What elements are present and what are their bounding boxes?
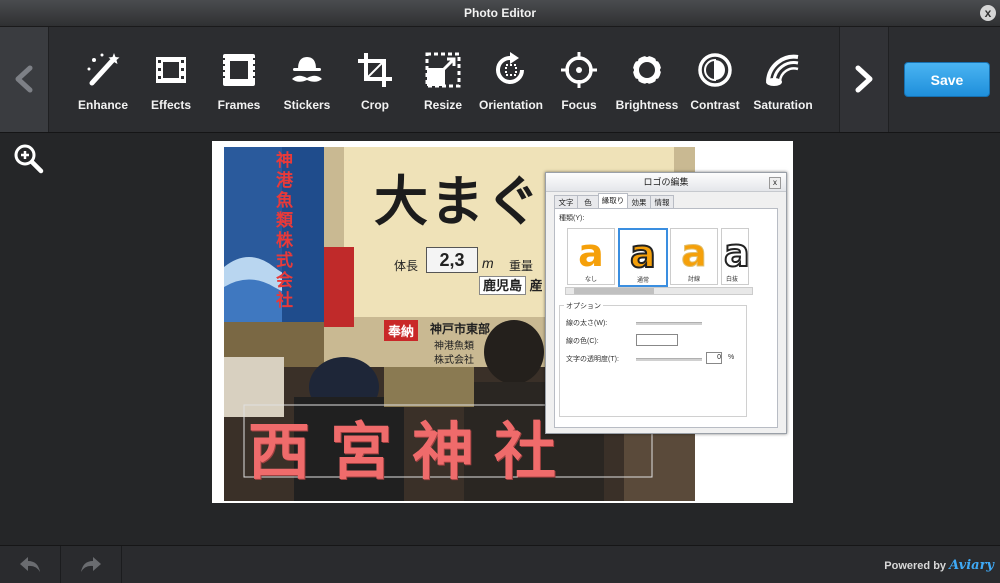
banner-vertical-text: 神港魚類株式会社: [276, 151, 293, 311]
style-outline[interactable]: a 討線: [670, 228, 718, 285]
logo-edit-dialog: ロゴの編集 x 文字 色 縁取り 効果 情報 種類(Y): a なし a 通常 …: [545, 172, 787, 434]
dialog-tab-info[interactable]: 情報: [650, 195, 674, 209]
undo-button[interactable]: [0, 546, 61, 583]
donor-line-2: 神港魚類: [434, 341, 474, 352]
dialog-tab-outline[interactable]: 縁取り: [598, 193, 628, 209]
style-scrollbar[interactable]: [565, 287, 753, 295]
percent-label: %: [728, 354, 735, 361]
size-label: 体長: [394, 259, 419, 273]
save-button[interactable]: Save: [904, 62, 990, 97]
style-glyph: a: [629, 231, 657, 277]
powered-label: Powered by: [884, 560, 947, 572]
style-hollow[interactable]: a 白抜: [721, 228, 749, 285]
rainbow-icon: [766, 54, 799, 86]
tool-orientation[interactable]: Orientation: [477, 27, 545, 132]
target-icon: [561, 52, 597, 88]
style-glyph: a: [723, 230, 749, 276]
tool-brightness[interactable]: Brightness: [613, 27, 681, 132]
style-caption: 通常: [636, 278, 649, 284]
style-glyph: a: [681, 231, 708, 276]
style-glyph: a: [578, 231, 604, 275]
rotate-icon: [496, 52, 524, 84]
options-group: オプション 線の太さ(W): 線の色(C): 文字の透明度(T): 0 %: [559, 301, 747, 417]
bottom-bar: Powered by Aviary: [0, 545, 1000, 583]
mustache-hat-icon: [292, 57, 322, 82]
style-caption: 討線: [687, 277, 700, 283]
tool-crop[interactable]: Crop: [341, 27, 409, 132]
resize-icon: [425, 52, 461, 88]
size-unit: m: [482, 255, 494, 271]
close-button[interactable]: x: [980, 5, 996, 21]
toolbar: Enhance Effects Frames Stickers Crop Res…: [0, 27, 1000, 133]
sun-icon: [630, 53, 664, 87]
scroll-left-button[interactable]: [0, 27, 49, 132]
dialog-title-text: ロゴの編集: [643, 177, 689, 187]
origin-suffix: 産: [529, 278, 543, 293]
frame-icon: [223, 54, 255, 86]
line-color-label: 線の色(C):: [566, 338, 599, 345]
kind-label: 種類(Y):: [559, 215, 585, 222]
weight-label: 重量: [509, 259, 534, 273]
line-color-swatch[interactable]: [636, 334, 678, 346]
tool-label: Saturation: [753, 98, 813, 112]
tool-resize[interactable]: Resize: [409, 27, 477, 132]
donor-line-1: 神戸市東部: [430, 322, 491, 336]
window-title: Photo Editor: [464, 6, 536, 20]
line-width-slider[interactable]: [636, 322, 702, 325]
tool-contrast[interactable]: Contrast: [681, 27, 749, 132]
aviary-logo[interactable]: Aviary: [949, 558, 994, 573]
origin-label: 鹿児島 産: [479, 275, 543, 295]
dialog-close-button[interactable]: x: [769, 177, 781, 189]
dialog-tab-color[interactable]: 色: [577, 195, 599, 209]
scroll-right-button[interactable]: [839, 27, 889, 132]
film-icon: [156, 57, 186, 83]
tool-effects[interactable]: Effects: [137, 27, 205, 132]
redo-button[interactable]: [61, 546, 122, 583]
tool-focus[interactable]: Focus: [545, 27, 613, 132]
tool-stickers[interactable]: Stickers: [273, 27, 341, 132]
style-normal[interactable]: a 通常: [618, 228, 668, 287]
dialog-tab-text[interactable]: 文字: [554, 195, 578, 209]
options-label: オプション: [564, 301, 603, 311]
crop-icon: [358, 53, 392, 87]
transparency-field[interactable]: 0: [706, 352, 722, 364]
dialog-tab-effect[interactable]: 効果: [627, 195, 651, 209]
donor-line-3: 株式会社: [434, 355, 474, 366]
origin-text: 鹿児島: [479, 276, 527, 295]
contrast-icon: [698, 53, 732, 87]
dialog-panel: 種類(Y): a なし a 通常 a 討線 a 白抜 オプション 線の太さ(W)…: [554, 208, 778, 428]
tool-list: Enhance Effects Frames Stickers Crop Res…: [69, 27, 829, 132]
tool-enhance[interactable]: Enhance: [69, 27, 137, 132]
magic-wand-icon: [87, 53, 120, 86]
dedication-badge: 奉納: [384, 320, 419, 341]
redo-icon: [81, 557, 101, 572]
chevron-right-icon: [855, 65, 873, 93]
size-value: 2,3: [426, 247, 478, 273]
title-bar: Photo Editor x: [0, 0, 1000, 27]
dialog-title: ロゴの編集 x: [546, 173, 786, 192]
transparency-label: 文字の透明度(T):: [566, 356, 619, 363]
style-caption: なし: [584, 277, 597, 283]
style-caption: 白抜: [726, 277, 739, 283]
powered-by: Powered by Aviary: [884, 558, 994, 573]
transparency-slider[interactable]: [636, 358, 702, 361]
tool-saturation[interactable]: Saturation: [749, 27, 817, 132]
tool-frames[interactable]: Frames: [205, 27, 273, 132]
line-width-label: 線の太さ(W):: [566, 320, 608, 327]
zoom-in-icon[interactable]: [12, 142, 44, 174]
chevron-left-icon: [15, 65, 33, 93]
style-none[interactable]: a なし: [567, 228, 615, 285]
undo-icon: [20, 557, 40, 572]
